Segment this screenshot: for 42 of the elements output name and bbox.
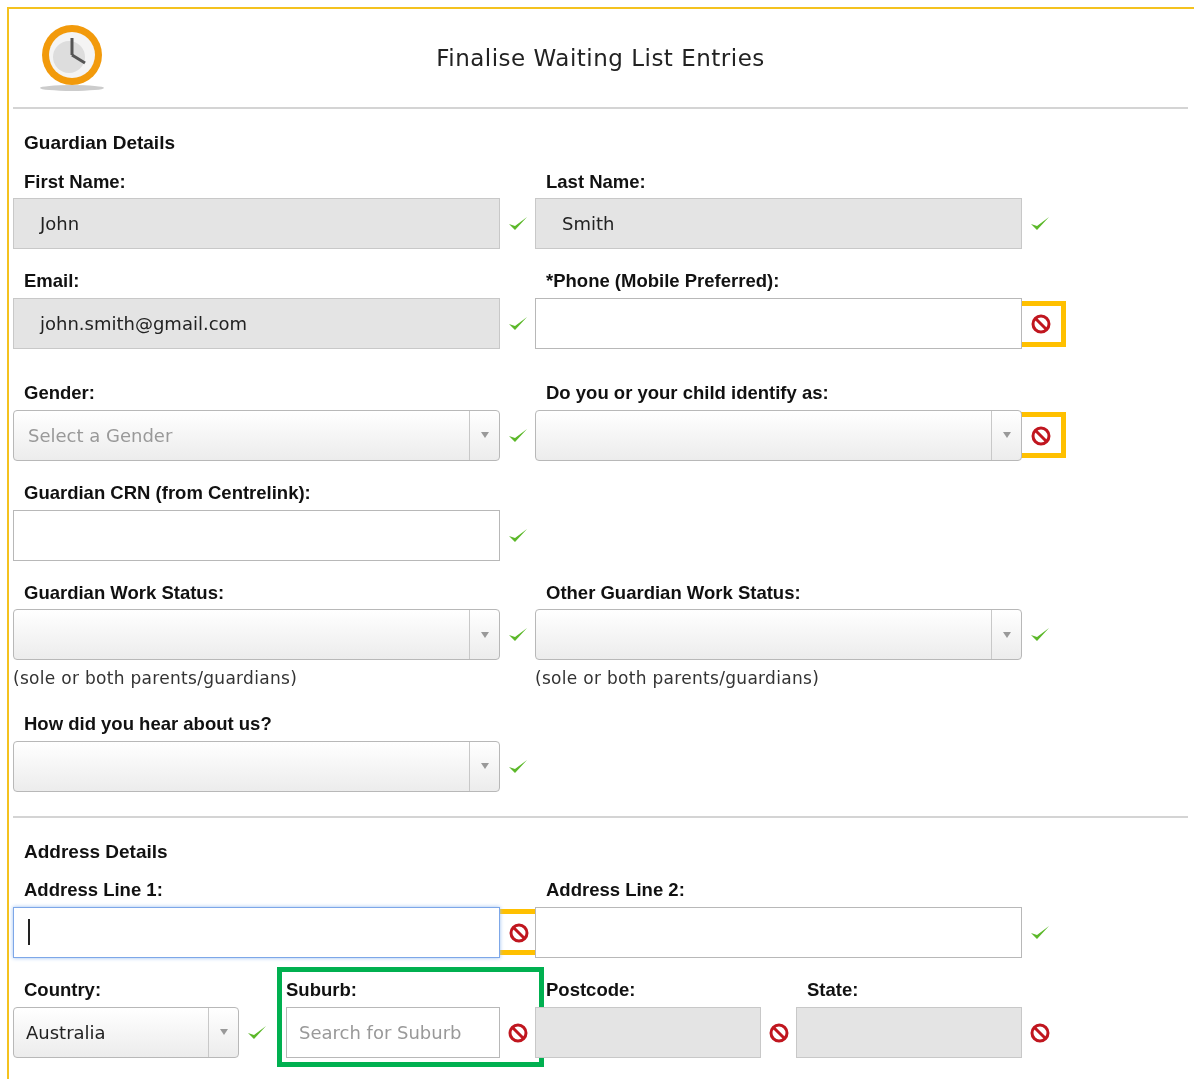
field-label: *Phone (Mobile Preferred): <box>546 269 780 294</box>
field-label: Guardian Work Status: <box>24 580 225 605</box>
section-heading: Guardian Details <box>24 131 175 155</box>
field-label: First Name: <box>24 169 126 194</box>
dropdown[interactable] <box>13 609 500 661</box>
text-cursor <box>28 919 30 946</box>
dropdown[interactable] <box>13 740 500 792</box>
field-label: Email: <box>24 269 80 294</box>
field-label: Postcode: <box>546 977 636 1002</box>
field-label: Other Guardian Work Status: <box>546 580 801 605</box>
input-field[interactable] <box>535 906 1022 958</box>
field-label: How did you hear about us? <box>24 711 272 736</box>
caret-icon <box>480 763 489 769</box>
field-label: Last Name: <box>546 169 646 194</box>
caret-icon <box>1002 432 1011 439</box>
dropdown[interactable] <box>535 409 1022 461</box>
dropdown[interactable]: Select a Gender <box>13 409 500 461</box>
section-heading: Address Details <box>24 839 168 864</box>
field-label: State: <box>807 977 859 1002</box>
page-title: Finalise Waiting List Entries <box>436 44 765 71</box>
dropdown[interactable] <box>535 609 1022 661</box>
input-field[interactable] <box>535 298 1022 349</box>
helper-text: (sole or both parents/guardians) <box>535 667 820 691</box>
helper-text: (sole or both parents/guardians) <box>13 667 298 691</box>
input-field: Smith <box>535 198 1022 250</box>
field-label: Suburb: <box>286 977 357 1002</box>
caret-icon <box>1002 631 1011 638</box>
input-field[interactable] <box>13 906 500 958</box>
field-label: Country: <box>24 977 102 1002</box>
input-field: John <box>13 198 500 250</box>
input-field[interactable] <box>13 509 500 561</box>
field-label: Address Line 1: <box>24 878 163 902</box>
field-label: Do you or your child identify as: <box>546 381 829 405</box>
caret-icon <box>480 432 489 439</box>
field-label: Guardian CRN (from Centrelink): <box>24 480 311 505</box>
caret-icon <box>219 1029 228 1035</box>
field-label: Address Line 2: <box>546 878 685 902</box>
field-label: Gender: <box>24 381 95 405</box>
dropdown[interactable]: Australia <box>13 1006 239 1058</box>
caret-icon <box>480 631 489 638</box>
input-field[interactable]: Search for Suburb <box>286 1006 500 1058</box>
input-field: john.smith@gmail.com <box>13 298 500 349</box>
